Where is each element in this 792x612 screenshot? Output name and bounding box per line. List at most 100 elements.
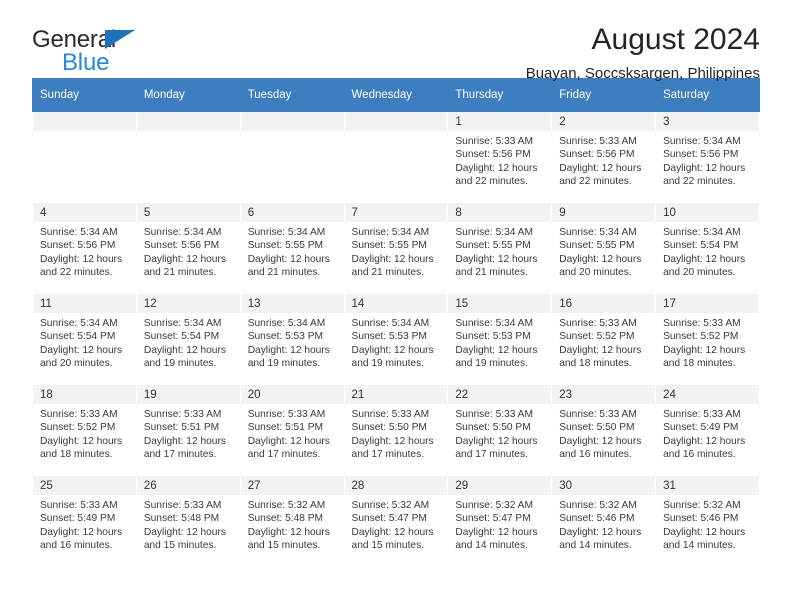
day-cell-inner: 1 Sunrise: 5:33 AM Sunset: 5:56 PM Daylight… bbox=[448, 112, 552, 201]
day-details: Sunrise: 5:33 AM Sunset: 5:49 PM Daylight:… bbox=[656, 404, 759, 461]
day-number: 30 bbox=[552, 476, 656, 495]
day-cell-inner: 9 Sunrise: 5:34 AM Sunset: 5:55 PM Daylight… bbox=[552, 203, 656, 292]
calendar-day-cell[interactable]: 8 Sunrise: 5:34 AM Sunset: 5:55 PM Daylight… bbox=[447, 202, 553, 294]
calendar-day-cell[interactable]: 29 Sunrise: 5:32 AM Sunset: 5:47 PM Dayligh… bbox=[447, 475, 553, 567]
calendar-week-row: 11 Sunrise: 5:34 AM Sunset: 5:54 PM Dayligh… bbox=[32, 293, 760, 385]
sunrise-text: Sunrise: 5:33 AM bbox=[663, 318, 741, 329]
sunset-text: Sunset: 5:54 PM bbox=[143, 331, 220, 343]
calendar-day-cell[interactable]: 10 Sunrise: 5:34 AM Sunset: 5:54 PM Dayligh… bbox=[655, 202, 760, 294]
day-details: Sunrise: 5:34 AM Sunset: 5:54 PM Daylight:… bbox=[33, 313, 136, 370]
calendar-day-cell[interactable]: 28 Sunrise: 5:32 AM Sunset: 5:47 PM Dayligh… bbox=[343, 475, 449, 567]
day-number: 27 bbox=[240, 476, 344, 495]
calendar-day-cell[interactable]: 21 Sunrise: 5:33 AM Sunset: 5:50 PM Dayligh… bbox=[343, 384, 449, 476]
calendar-day-cell[interactable]: 12 Sunrise: 5:34 AM Sunset: 5:54 PM Dayligh… bbox=[135, 293, 241, 385]
day-details: Sunrise: 5:32 AM Sunset: 5:47 PM Daylight:… bbox=[448, 495, 551, 552]
day-cell-inner bbox=[33, 112, 136, 201]
day-cell-inner: 18 Sunrise: 5:33 AM Sunset: 5:52 PM Dayligh… bbox=[33, 385, 136, 474]
calendar-day-cell[interactable]: 3 Sunrise: 5:34 AM Sunset: 5:56 PM Daylight… bbox=[655, 111, 760, 203]
sunset-text: Sunset: 5:55 PM bbox=[247, 240, 324, 252]
calendar-day-cell[interactable]: 25 Sunrise: 5:33 AM Sunset: 5:49 PM Dayligh… bbox=[32, 475, 137, 567]
calendar-day-cell[interactable]: 22 Sunrise: 5:33 AM Sunset: 5:50 PM Dayligh… bbox=[447, 384, 553, 476]
daylight-text: Daylight: 12 hours and 22 minutes. bbox=[663, 162, 746, 187]
sunset-text: Sunset: 5:46 PM bbox=[559, 513, 635, 525]
calendar-day-cell[interactable]: 18 Sunrise: 5:33 AM Sunset: 5:52 PM Dayligh… bbox=[32, 384, 137, 476]
calendar-day-cell[interactable]: 4 Sunrise: 5:34 AM Sunset: 5:56 PM Daylight… bbox=[32, 202, 137, 294]
daylight-text: Daylight: 12 hours and 21 minutes. bbox=[351, 253, 434, 278]
calendar-day-cell[interactable]: 6 Sunrise: 5:34 AM Sunset: 5:55 PM Daylight… bbox=[239, 202, 345, 294]
day-number: 11 bbox=[33, 294, 136, 313]
calendar-day-cell[interactable]: 14 Sunrise: 5:34 AM Sunset: 5:53 PM Dayligh… bbox=[343, 293, 449, 385]
sunset-text: Sunset: 5:56 PM bbox=[143, 240, 220, 252]
day-cell-inner: 22 Sunrise: 5:33 AM Sunset: 5:50 PM Dayligh… bbox=[448, 385, 552, 474]
day-cell-inner: 10 Sunrise: 5:34 AM Sunset: 5:54 PM Dayligh… bbox=[656, 203, 759, 292]
calendar-week-row: 4 Sunrise: 5:34 AM Sunset: 5:56 PM Daylight… bbox=[32, 202, 760, 294]
day-number: 1 bbox=[448, 112, 552, 131]
day-cell-inner: 31 Sunrise: 5:32 AM Sunset: 5:46 PM Dayligh… bbox=[656, 476, 759, 565]
calendar-day-cell[interactable]: 11 Sunrise: 5:34 AM Sunset: 5:54 PM Dayligh… bbox=[32, 293, 137, 385]
weekday-header-tuesday: Tuesday bbox=[239, 78, 345, 112]
sunrise-text: Sunrise: 5:33 AM bbox=[455, 409, 533, 420]
daylight-text: Daylight: 12 hours and 19 minutes. bbox=[143, 344, 226, 369]
calendar-day-cell[interactable]: 9 Sunrise: 5:34 AM Sunset: 5:55 PM Daylight… bbox=[551, 202, 657, 294]
day-number: 24 bbox=[656, 385, 759, 404]
day-cell-inner: 23 Sunrise: 5:33 AM Sunset: 5:50 PM Dayligh… bbox=[552, 385, 656, 474]
sunset-text: Sunset: 5:53 PM bbox=[247, 331, 324, 343]
daylight-text: Daylight: 12 hours and 21 minutes. bbox=[143, 253, 226, 278]
daylight-text: Daylight: 12 hours and 19 minutes. bbox=[247, 344, 330, 369]
weekday-header-sunday: Sunday bbox=[32, 78, 137, 112]
day-number: 7 bbox=[344, 203, 448, 222]
calendar-day-cell[interactable]: 23 Sunrise: 5:33 AM Sunset: 5:50 PM Dayligh… bbox=[551, 384, 657, 476]
calendar-day-cell[interactable]: 31 Sunrise: 5:32 AM Sunset: 5:46 PM Dayligh… bbox=[655, 475, 760, 567]
daylight-text: Daylight: 12 hours and 16 minutes. bbox=[40, 526, 123, 551]
sunrise-text: Sunrise: 5:33 AM bbox=[143, 500, 222, 511]
day-number: 13 bbox=[240, 294, 344, 313]
day-details: Sunrise: 5:32 AM Sunset: 5:46 PM Daylight:… bbox=[656, 495, 759, 552]
calendar-day-cell[interactable]: 5 Sunrise: 5:34 AM Sunset: 5:56 PM Daylight… bbox=[135, 202, 241, 294]
calendar-day-cell[interactable]: 26 Sunrise: 5:33 AM Sunset: 5:48 PM Dayligh… bbox=[135, 475, 241, 567]
sunrise-text: Sunrise: 5:34 AM bbox=[40, 227, 118, 238]
calendar-day-cell-empty bbox=[343, 111, 449, 203]
calendar-day-cell[interactable]: 15 Sunrise: 5:34 AM Sunset: 5:53 PM Dayligh… bbox=[447, 293, 553, 385]
calendar-day-cell[interactable]: 16 Sunrise: 5:33 AM Sunset: 5:52 PM Dayligh… bbox=[551, 293, 657, 385]
calendar-day-cell[interactable]: 24 Sunrise: 5:33 AM Sunset: 5:49 PM Dayligh… bbox=[655, 384, 760, 476]
day-details: Sunrise: 5:33 AM Sunset: 5:49 PM Daylight:… bbox=[33, 495, 136, 552]
day-number: 22 bbox=[448, 385, 552, 404]
day-cell-inner: 2 Sunrise: 5:33 AM Sunset: 5:56 PM Daylight… bbox=[552, 112, 656, 201]
sunset-text: Sunset: 5:51 PM bbox=[247, 422, 324, 434]
sunrise-text: Sunrise: 5:34 AM bbox=[455, 227, 533, 238]
day-cell-inner: 26 Sunrise: 5:33 AM Sunset: 5:48 PM Dayligh… bbox=[136, 476, 240, 565]
sunrise-text: Sunrise: 5:34 AM bbox=[40, 318, 118, 329]
calendar-day-cell[interactable]: 17 Sunrise: 5:33 AM Sunset: 5:52 PM Dayligh… bbox=[655, 293, 760, 385]
calendar-day-cell[interactable]: 13 Sunrise: 5:34 AM Sunset: 5:53 PM Dayligh… bbox=[239, 293, 345, 385]
calendar-day-cell[interactable]: 27 Sunrise: 5:32 AM Sunset: 5:48 PM Dayligh… bbox=[239, 475, 345, 567]
daylight-text: Daylight: 12 hours and 17 minutes. bbox=[247, 435, 330, 460]
sunrise-text: Sunrise: 5:33 AM bbox=[247, 409, 326, 420]
calendar-day-cell[interactable]: 19 Sunrise: 5:33 AM Sunset: 5:51 PM Dayligh… bbox=[135, 384, 241, 476]
day-cell-inner: 11 Sunrise: 5:34 AM Sunset: 5:54 PM Dayligh… bbox=[33, 294, 136, 383]
day-details: Sunrise: 5:34 AM Sunset: 5:55 PM Daylight:… bbox=[448, 222, 551, 279]
day-details bbox=[241, 131, 344, 135]
calendar-day-cell[interactable]: 20 Sunrise: 5:33 AM Sunset: 5:51 PM Dayligh… bbox=[239, 384, 345, 476]
day-number: 18 bbox=[33, 385, 136, 404]
day-details: Sunrise: 5:34 AM Sunset: 5:56 PM Daylight:… bbox=[656, 131, 759, 188]
daylight-text: Daylight: 12 hours and 17 minutes. bbox=[455, 435, 538, 460]
daylight-text: Daylight: 12 hours and 16 minutes. bbox=[663, 435, 746, 460]
generalblue-logo[interactable]: General Blue bbox=[32, 26, 232, 78]
day-cell-inner: 3 Sunrise: 5:34 AM Sunset: 5:56 PM Daylight… bbox=[656, 112, 759, 201]
sunrise-text: Sunrise: 5:33 AM bbox=[663, 409, 741, 420]
daylight-text: Daylight: 12 hours and 20 minutes. bbox=[663, 253, 746, 278]
daylight-text: Daylight: 12 hours and 21 minutes. bbox=[455, 253, 538, 278]
calendar-day-cell[interactable]: 30 Sunrise: 5:32 AM Sunset: 5:46 PM Dayligh… bbox=[551, 475, 657, 567]
sunset-text: Sunset: 5:53 PM bbox=[455, 331, 531, 343]
day-number: 5 bbox=[136, 203, 240, 222]
day-details: Sunrise: 5:34 AM Sunset: 5:53 PM Daylight:… bbox=[448, 313, 551, 370]
daylight-text: Daylight: 12 hours and 22 minutes. bbox=[455, 162, 538, 187]
calendar-day-cell[interactable]: 7 Sunrise: 5:34 AM Sunset: 5:55 PM Daylight… bbox=[343, 202, 449, 294]
logo-text-blue: Blue bbox=[62, 49, 110, 76]
calendar-day-cell[interactable]: 2 Sunrise: 5:33 AM Sunset: 5:56 PM Daylight… bbox=[551, 111, 657, 203]
day-number: 26 bbox=[136, 476, 240, 495]
day-details: Sunrise: 5:34 AM Sunset: 5:54 PM Daylight:… bbox=[137, 313, 240, 370]
calendar-day-cell-empty bbox=[32, 111, 137, 203]
daylight-text: Daylight: 12 hours and 14 minutes. bbox=[455, 526, 538, 551]
calendar-day-cell[interactable]: 1 Sunrise: 5:33 AM Sunset: 5:56 PM Daylight… bbox=[447, 111, 553, 203]
